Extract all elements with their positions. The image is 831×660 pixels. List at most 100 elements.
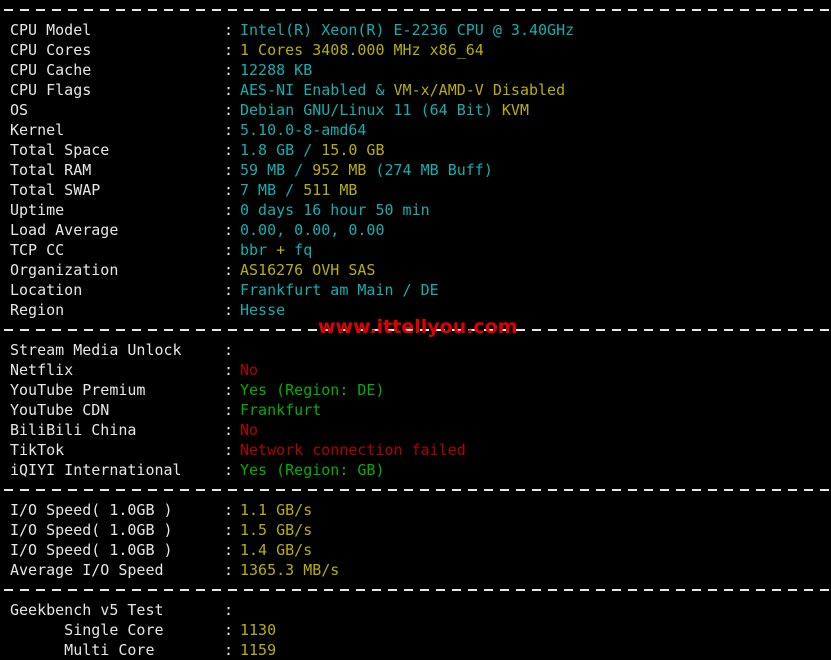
info-row-colon: : <box>224 501 234 519</box>
info-row-colon: : <box>224 201 234 219</box>
info-row-colon: : <box>224 81 234 99</box>
info-row-value: Debian GNU/Linux 11 (64 Bit) <box>240 101 502 119</box>
info-row: Average I/O Speed:1365.3 MB/s <box>0 560 831 580</box>
info-row-value: AES-NI Enabled & <box>240 81 394 99</box>
info-row-colon: : <box>224 141 234 159</box>
info-row-value: 1365.3 MB/s <box>240 561 340 579</box>
info-row-value: 511 MB <box>303 181 358 199</box>
info-row-label: Total SWAP <box>10 181 101 199</box>
info-row-colon: : <box>224 241 234 259</box>
info-row-label: Netflix <box>10 361 74 379</box>
info-row: OS: Debian GNU/Linux 11 (64 Bit) KVM <box>0 100 831 120</box>
system-info-section: CPU Model: Intel(R) Xeon(R) E-2236 CPU @ … <box>0 20 831 320</box>
site-watermark: www.ittellyou.com <box>318 316 518 338</box>
info-row-label: I/O Speed( 1.0GB ) <box>10 541 173 559</box>
info-row-label: CPU Model <box>10 21 92 39</box>
info-row: Total RAM:59 MB / 952 MB (274 MB Buff) <box>0 160 831 180</box>
info-row-colon: : <box>224 21 234 39</box>
info-row: Stream Media Unlock: <box>0 340 831 360</box>
info-row: TikTok: Network connection failed <box>0 440 831 460</box>
info-row-value: 0 days 16 hour 50 min <box>240 201 430 219</box>
info-row-value: (274 MB Buff) <box>366 161 493 179</box>
info-row: Total SWAP:7 MB / 511 MB <box>0 180 831 200</box>
info-row: Geekbench v5 Test: <box>0 600 831 620</box>
stream-media-section: Stream Media Unlock: Netflix: No YouTube Pr… <box>0 340 831 480</box>
info-row-colon: : <box>224 101 234 119</box>
info-row-label: OS <box>10 101 29 119</box>
info-row-label: I/O Speed( 1.0GB ) <box>10 521 173 539</box>
info-row-value: 1130 <box>240 621 277 639</box>
terminal-output: CPU Model: Intel(R) Xeon(R) E-2236 CPU @ … <box>0 0 831 660</box>
info-row-value: 1159 <box>240 641 277 659</box>
info-row: YouTube Premium: Yes (Region: DE) <box>0 380 831 400</box>
info-row: Multi Core:1159 <box>0 640 831 660</box>
info-row-label: CPU Cache <box>10 61 92 79</box>
info-row-colon: : <box>224 281 234 299</box>
info-row-value: No <box>240 361 259 379</box>
info-row: Location: Frankfurt am Main / DE <box>0 280 831 300</box>
info-row: TCP CC: bbr + fq <box>0 240 831 260</box>
info-row-colon: : <box>224 121 234 139</box>
dashed-rule <box>4 9 831 11</box>
info-row-label: Uptime <box>10 201 65 219</box>
info-row-value: AS16276 OVH SAS <box>240 261 376 279</box>
info-row-label: Location <box>10 281 83 299</box>
info-row: CPU Cores:1 Cores 3408.000 MHz x86_64 <box>0 40 831 60</box>
info-row-value: bbr <box>240 241 277 259</box>
info-row-label: Organization <box>10 261 119 279</box>
info-row-label: Single Core <box>10 621 164 639</box>
separator-top <box>0 0 831 20</box>
io-speed-section: I/O Speed( 1.0GB ):1.1 GB/s I/O Speed( 1.… <box>0 500 831 580</box>
info-row: Uptime:0 days 16 hour 50 min <box>0 200 831 220</box>
info-row-label: Load Average <box>10 221 119 239</box>
info-row-value: 15.0 GB <box>321 141 385 159</box>
info-row-value: Intel(R) Xeon(R) E-2236 CPU @ 3.40GHz <box>240 21 575 39</box>
info-row: Organization: AS16276 OVH SAS <box>0 260 831 280</box>
info-row-colon: : <box>224 521 234 539</box>
info-row-colon: : <box>224 641 234 659</box>
separator-after-stream <box>0 480 831 500</box>
info-row-value: 952 MB <box>312 161 367 179</box>
info-row: I/O Speed( 1.0GB ):1.1 GB/s <box>0 500 831 520</box>
info-row-colon: : <box>224 441 234 459</box>
separator-after-io <box>0 580 831 600</box>
dashed-rule <box>4 489 831 491</box>
info-row-colon: : <box>224 401 234 419</box>
info-row: Netflix: No <box>0 360 831 380</box>
info-row-label: Total RAM <box>10 161 92 179</box>
info-row-label: Average I/O Speed <box>10 561 164 579</box>
info-row: Kernel:5.10.0-8-amd64 <box>0 120 831 140</box>
info-row-colon: : <box>224 181 234 199</box>
info-row: CPU Flags: AES-NI Enabled & VM-x/AMD-V Di… <box>0 80 831 100</box>
dashed-rule <box>4 589 831 591</box>
info-row-label: iQIYI International <box>10 461 182 479</box>
info-row-label: TCP CC <box>10 241 65 259</box>
info-row-value: Frankfurt <box>240 401 322 419</box>
info-row-value: 1.1 GB/s <box>240 501 313 519</box>
info-row-label: YouTube CDN <box>10 401 110 419</box>
info-row-colon: : <box>224 421 234 439</box>
info-row-colon: : <box>224 41 234 59</box>
info-row-value: 1.4 GB/s <box>240 541 313 559</box>
info-row-label: CPU Cores <box>10 41 92 59</box>
info-row-value: Yes (Region: GB) <box>240 461 385 479</box>
info-row: CPU Cache:12288 KB <box>0 60 831 80</box>
geekbench-section: Geekbench v5 Test: Single Core:1130 Mult… <box>0 600 831 660</box>
info-row-label: TikTok <box>10 441 65 459</box>
info-row-value: 0.00, 0.00, 0.00 <box>240 221 385 239</box>
info-row-value: 1.8 GB / <box>240 141 322 159</box>
info-row-value: Hesse <box>240 301 286 319</box>
info-row-value: Yes (Region: DE) <box>240 381 385 399</box>
info-row: BiliBili China: No <box>0 420 831 440</box>
info-row: CPU Model: Intel(R) Xeon(R) E-2236 CPU @ … <box>0 20 831 40</box>
info-row-colon: : <box>224 301 234 319</box>
info-row-colon: : <box>224 381 234 399</box>
info-row-label: I/O Speed( 1.0GB ) <box>10 501 173 519</box>
info-row: Single Core:1130 <box>0 620 831 640</box>
info-row-colon: : <box>224 601 234 619</box>
info-row-value: KVM <box>501 101 529 119</box>
info-row-value: 12288 KB <box>240 61 313 79</box>
info-row: I/O Speed( 1.0GB ):1.5 GB/s <box>0 520 831 540</box>
info-row-value: 7 MB / <box>240 181 304 199</box>
info-row-value: No <box>240 421 259 439</box>
